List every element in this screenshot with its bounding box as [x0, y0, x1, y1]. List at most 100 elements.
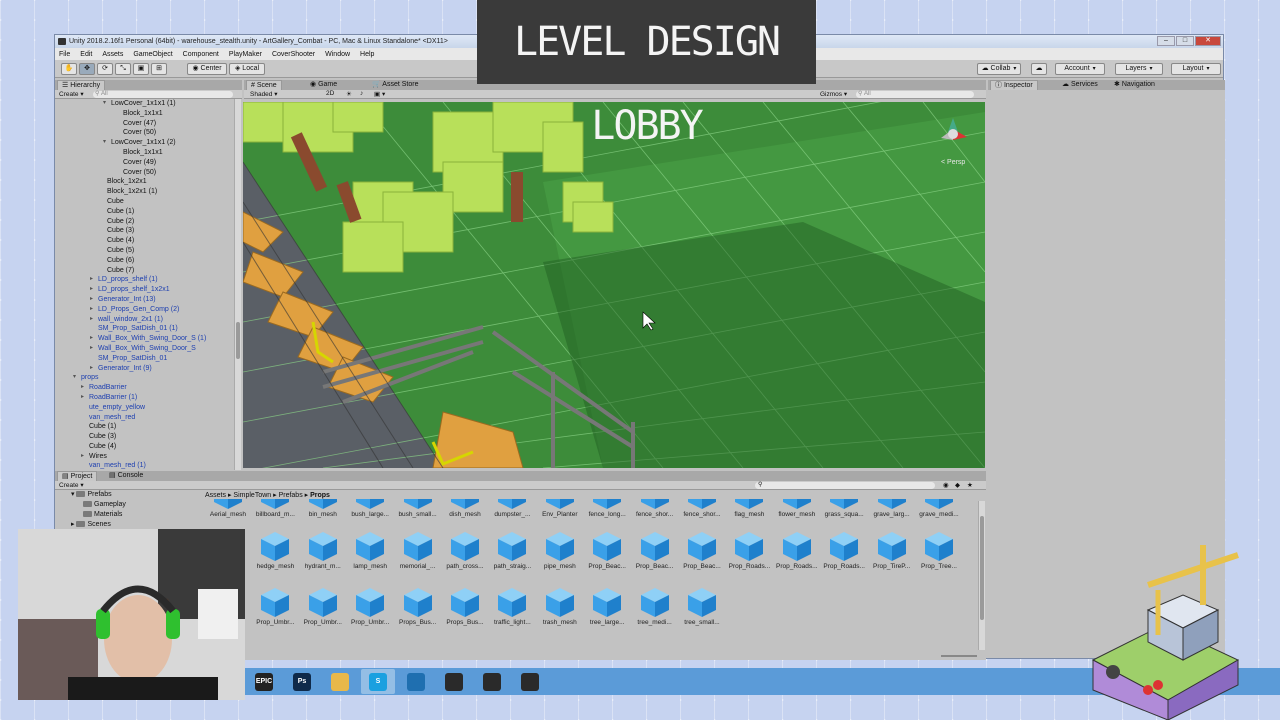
asset-tile[interactable]: Prop_Beac... [584, 529, 630, 570]
rect-tool-button[interactable]: ▣ [133, 63, 149, 75]
asset-tile[interactable]: Prop_Beac... [632, 529, 678, 570]
asset-tile[interactable]: traffic_light... [489, 585, 535, 626]
hierarchy-item[interactable]: Block_1x1x1 [55, 148, 234, 158]
asset-tile[interactable]: fence_long... [584, 499, 630, 518]
asset-tile[interactable]: memorial_... [395, 529, 441, 570]
collapse-arrow-icon[interactable]: ▸ [90, 305, 98, 315]
hierarchy-item[interactable]: Cube (5) [55, 246, 234, 256]
hierarchy-item[interactable]: SM_Prop_SatDish_01 [55, 354, 234, 364]
breadcrumb-props[interactable]: Props [310, 492, 330, 499]
lighting-toggle-icon[interactable]: ☀ [346, 90, 352, 98]
asset-tile[interactable]: Prop_Umbr... [300, 585, 346, 626]
close-button[interactable]: ✕ [1195, 36, 1221, 46]
hierarchy-item[interactable]: van_mesh_red [55, 413, 234, 423]
taskbar-button[interactable] [323, 669, 357, 694]
hierarchy-item[interactable]: Block_1x2x1 [55, 177, 234, 187]
menu-playmaker[interactable]: PlayMaker [229, 51, 262, 58]
hierarchy-item[interactable]: Cube (3) [55, 226, 234, 236]
project-scroll-thumb[interactable] [980, 515, 984, 621]
tab-console[interactable]: ▤ Console [105, 471, 147, 481]
expand-arrow-icon[interactable]: ▾ [73, 373, 81, 383]
account-dropdown[interactable]: Account [1055, 63, 1105, 75]
taskbar-button[interactable] [437, 669, 471, 694]
taskbar-button[interactable] [399, 669, 433, 694]
collapse-arrow-icon[interactable]: ▸ [90, 285, 98, 295]
menu-component[interactable]: Component [183, 51, 219, 58]
collapse-arrow-icon[interactable]: ▸ [90, 364, 98, 374]
asset-tile[interactable]: fence_shor... [679, 499, 725, 518]
hierarchy-item[interactable]: ▸ LD_props_shelf_1x2x1 [55, 285, 234, 295]
asset-tile[interactable]: fence_shor... [632, 499, 678, 518]
hierarchy-item[interactable]: van_mesh_red (1) [55, 461, 234, 470]
tab-navigation[interactable]: ✱ Navigation [1110, 80, 1159, 90]
menu-window[interactable]: Window [325, 51, 350, 58]
hierarchy-search-input[interactable]: ⚲ All [93, 91, 233, 98]
asset-tile[interactable]: grass_squa... [821, 499, 867, 518]
scale-tool-button[interactable]: ⤡ [115, 63, 131, 75]
expand-arrow-icon[interactable]: ▾ [103, 99, 111, 109]
toggle-2d-button[interactable]: 2D [326, 90, 334, 97]
scene-search-input[interactable]: ⚲ All [856, 91, 974, 98]
transform-tool-button[interactable]: ⊞ [151, 63, 167, 75]
hierarchy-item[interactable]: ▾ props [55, 373, 234, 383]
asset-tile[interactable]: trash_mesh [537, 585, 583, 626]
hierarchy-item[interactable]: ▸ Wall_Box_With_Swing_Door_S [55, 344, 234, 354]
hierarchy-item[interactable]: Cube (1) [55, 422, 234, 432]
collapse-arrow-icon[interactable]: ▸ [90, 315, 98, 325]
filter-type-icon[interactable]: ◉ [943, 481, 949, 489]
breadcrumb-simpletown[interactable]: SimpleTown [233, 492, 271, 499]
asset-tile[interactable]: Prop_Roads... [774, 529, 820, 570]
taskbar-button[interactable]: S [361, 669, 395, 694]
asset-tile[interactable]: hedge_mesh [252, 529, 298, 570]
taskbar-button[interactable]: EPIC [247, 669, 281, 694]
maximize-button[interactable]: □ [1176, 36, 1194, 46]
hand-tool-button[interactable]: ✋ [61, 63, 77, 75]
asset-tile[interactable]: dish_mesh [442, 499, 488, 518]
menu-edit[interactable]: Edit [80, 51, 92, 58]
asset-tile[interactable]: Prop_Umbr... [252, 585, 298, 626]
hierarchy-item[interactable]: ▾ LowCover_1x1x1 (2) [55, 138, 234, 148]
asset-tile[interactable]: hydrant_m... [300, 529, 346, 570]
hierarchy-item[interactable]: ▸ Wires [55, 452, 234, 462]
hierarchy-item[interactable]: ▾ LowCover_1x1x1 (1) [55, 99, 234, 109]
tab-game[interactable]: ◉ Game [306, 80, 341, 90]
rotate-tool-button[interactable]: ⟳ [97, 63, 113, 75]
taskbar-button[interactable]: Ps [285, 669, 319, 694]
asset-tile[interactable]: tree_medi... [632, 585, 678, 626]
project-scrollbar[interactable] [978, 501, 985, 650]
menu-help[interactable]: Help [360, 51, 374, 58]
asset-tile[interactable]: dumpster_... [489, 499, 535, 518]
asset-tile[interactable]: tree_small... [679, 585, 725, 626]
tab-scene[interactable]: # Scene [246, 80, 282, 90]
asset-tile[interactable]: Prop_TireP... [869, 529, 915, 570]
tab-services[interactable]: ☁ Services [1058, 80, 1102, 90]
hierarchy-item[interactable]: Cover (47) [55, 119, 234, 129]
filter-label-icon[interactable]: ◆ [955, 481, 960, 489]
asset-tile[interactable]: bush_large... [347, 499, 393, 518]
tab-hierarchy[interactable]: ☰ Hierarchy [57, 80, 106, 90]
taskbar-button[interactable] [475, 669, 509, 694]
project-search-input[interactable]: ⚲ [755, 482, 935, 489]
asset-tile[interactable]: billboard_m... [252, 499, 298, 518]
folder-item[interactable]: Gameplay [57, 500, 197, 510]
hierarchy-item[interactable]: ▸ Wall_Box_With_Swing_Door_S (1) [55, 334, 234, 344]
asset-tile[interactable]: flag_mesh [726, 499, 772, 518]
icon-size-slider[interactable] [941, 655, 977, 657]
menu-gameobject[interactable]: GameObject [133, 51, 172, 58]
asset-tile[interactable]: path_straig... [489, 529, 535, 570]
asset-tile[interactable]: Env_Planter [537, 499, 583, 518]
favorite-icon[interactable]: ★ [967, 481, 973, 489]
asset-tile[interactable]: Props_Bus... [395, 585, 441, 626]
cloud-icon[interactable]: ☁ [1031, 63, 1047, 75]
gizmos-dropdown[interactable]: Gizmos ▾ [820, 90, 847, 98]
hierarchy-item[interactable]: ▸ RoadBarrier [55, 383, 234, 393]
menu-file[interactable]: File [59, 51, 70, 58]
hierarchy-item[interactable]: Cube (6) [55, 256, 234, 266]
asset-tile[interactable]: Prop_Roads... [726, 529, 772, 570]
asset-tile[interactable]: grave_larg... [869, 499, 915, 518]
menu-assets[interactable]: Assets [102, 51, 123, 58]
asset-tile[interactable]: flower_mesh [774, 499, 820, 518]
hierarchy-item[interactable]: Cube (4) [55, 236, 234, 246]
hierarchy-item[interactable]: ▸ LD_Props_Gen_Comp (2) [55, 305, 234, 315]
minimize-button[interactable]: – [1157, 36, 1175, 46]
